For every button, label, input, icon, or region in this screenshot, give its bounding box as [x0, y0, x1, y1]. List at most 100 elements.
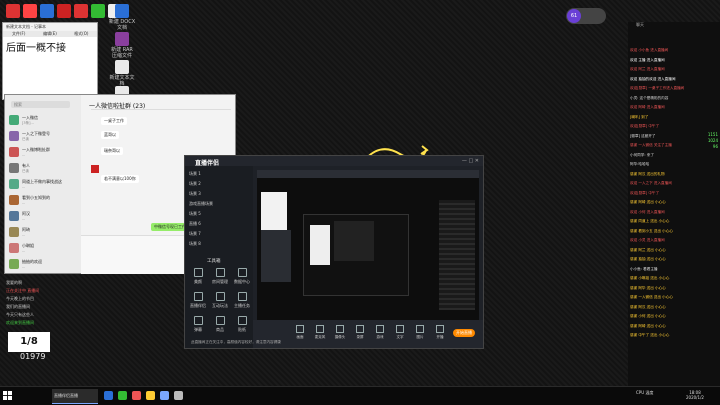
control-label: 文字 [396, 335, 404, 339]
taskbar: 直播伴侣直播 CPU 温度 18:08 2020/1/2 [0, 386, 720, 405]
control-icon [396, 325, 404, 333]
app-icon-5[interactable] [74, 4, 88, 18]
task-stream-app[interactable]: 直播伴侣直播 [52, 389, 98, 404]
app-icon-2[interactable] [23, 4, 37, 18]
app-icon-3[interactable] [40, 4, 54, 18]
control-label: 录屏 [356, 335, 364, 339]
control-button[interactable]: 麦克风 [313, 325, 327, 340]
conversation-item[interactable]: 看到小五知到的... [5, 193, 81, 207]
menu-file[interactable]: 文件(F) [3, 31, 34, 37]
logo-badge: 1/8 [8, 332, 50, 352]
chat-line: 我们的直播间 [6, 304, 30, 309]
conversation-item[interactable]: 一入微信 [3条]... [5, 113, 81, 127]
taskbar-app-icon[interactable] [174, 391, 183, 400]
conversation-item[interactable]: 一入之下微登号 已读 [5, 129, 81, 143]
conversation-preview: ... [22, 265, 26, 269]
avatar [9, 227, 19, 237]
taskbar-app-icon[interactable] [132, 391, 141, 400]
app-icon-4[interactable] [57, 4, 71, 18]
taskbar-app-icon[interactable] [146, 391, 155, 400]
search-input[interactable]: 搜索 [11, 101, 70, 108]
message-bubble: 若不满意以100你 [101, 175, 139, 183]
chat-line: 今天晚上的节目 [6, 296, 34, 301]
scene-item[interactable]: 直播 6 [189, 220, 201, 228]
taskbar-app-icon[interactable] [104, 391, 113, 400]
room-icon [215, 268, 225, 277]
viewer-count: 61 [567, 9, 581, 23]
txt-file-icon[interactable] [115, 60, 129, 74]
conversation-item[interactable]: 阿琦... [5, 225, 81, 239]
tool-companion[interactable]: 直播伴侣 [189, 292, 207, 309]
tool-task[interactable]: 主播任务 [233, 292, 251, 309]
control-button[interactable]: 开播 [433, 325, 447, 340]
tool-interact[interactable]: 互动玩法 [211, 292, 229, 309]
control-icon [436, 325, 444, 333]
chat-line: [喇叭] 到了 [630, 114, 649, 119]
avatar [9, 115, 19, 125]
scene-item[interactable]: 场景 2 [189, 180, 201, 188]
goods-icon [215, 316, 225, 325]
notepad-window[interactable]: 新建文本文档 - 记事本 文件(F) 编辑(E) 格式(O) 后面一概不接 [2, 22, 98, 100]
scene-item[interactable]: 场景 1 [189, 170, 201, 178]
window-controls[interactable]: — □ ✕ [462, 158, 479, 164]
chat-line: 感谢 同道上 送出 小心心 [630, 219, 670, 223]
scene-item[interactable]: 场景 8 [189, 240, 201, 248]
conversation-item[interactable]: 一入微博啦扯群... [5, 145, 81, 159]
scene-item[interactable]: 场景 7 [189, 230, 201, 238]
red-packet-icon[interactable] [91, 165, 99, 173]
app-icon-6[interactable] [91, 4, 105, 18]
scene-item[interactable]: 场景 5 [189, 210, 201, 218]
start-live-button[interactable]: 开始直播 [453, 329, 475, 337]
control-button[interactable]: 录屏 [353, 325, 367, 340]
notepad-menu: 文件(F) 编辑(E) 格式(O) [3, 31, 97, 37]
conversation-item[interactable]: 抽抽的欢迎... [5, 257, 81, 271]
control-button[interactable]: 图片 [413, 325, 427, 340]
app-icon-1[interactable] [6, 4, 20, 18]
taskbar-app-icon[interactable] [118, 391, 127, 400]
tool-sticker[interactable]: 贴纸 [233, 316, 251, 333]
control-button[interactable]: 文字 [393, 325, 407, 340]
tool-room[interactable]: 房间管理 [211, 268, 229, 285]
stream-preview[interactable] [257, 170, 479, 320]
docx-file-icon[interactable] [115, 4, 129, 18]
tool-danmu[interactable]: 弹幕 [189, 316, 207, 333]
tool-data[interactable]: 数据中心 [233, 268, 251, 285]
stream-app-window[interactable]: 直播伴侣 — □ ✕ 场景 1 场景 2 场景 3 游戏直播场景 场景 5 直播 6 场景 … [184, 155, 484, 349]
tool-goods[interactable]: 商品 [211, 316, 229, 333]
control-button[interactable]: 游戏 [373, 325, 387, 340]
live-chat-panel[interactable]: 聊天 欢迎 小小鱼 进入直播间 欢迎 主播 进入直播间 欢迎 阿兰 进入直播间 欢迎 … [628, 22, 720, 386]
message-bubble: 瑞奈哥以 [101, 147, 123, 155]
tool-label: 弹幕 [194, 327, 202, 332]
clock[interactable]: 18:08 2020/1/2 [686, 390, 704, 400]
menu-format[interactable]: 格式(O) [66, 31, 97, 37]
scene-item[interactable]: 场景 3 [189, 190, 201, 198]
control-button[interactable]: 画面 [293, 325, 307, 340]
companion-icon [193, 292, 203, 301]
nested-preview [334, 221, 374, 261]
rar-file-icon[interactable] [115, 32, 129, 46]
control-label: 麦克风 [314, 335, 326, 339]
conversation-preview: [3条]... [22, 121, 34, 125]
control-button[interactable]: 摄像头 [333, 325, 347, 340]
conversation-name: 看到小五知到的 [22, 195, 50, 200]
preview-window [261, 230, 291, 282]
conversation-item[interactable]: 小琳姐... [5, 241, 81, 255]
interact-icon [215, 292, 225, 301]
conversation-item[interactable]: 同道上不做内事找战这... [5, 177, 81, 191]
viewer-badge[interactable]: 61 [566, 8, 606, 24]
chat-line: 欢迎 阿兰 进入直播间 [630, 67, 665, 71]
stream-app-titlebar: 直播伴侣 — □ ✕ [185, 156, 483, 167]
windows-start-icon[interactable] [3, 391, 12, 400]
conversation-item[interactable]: 阿汉... [5, 209, 81, 223]
chat-line: [徽章] 这都开了 [630, 133, 656, 138]
avatar [9, 179, 19, 189]
taskbar-app-icon[interactable] [160, 391, 169, 400]
chat-header: 聊天 [636, 22, 644, 27]
conversation-item[interactable]: 有人 已读 [5, 161, 81, 175]
menu-edit[interactable]: 编辑(E) [34, 31, 65, 37]
notepad-content[interactable]: 后面一概不接 [3, 37, 97, 56]
tool-beauty[interactable]: 美颜 [189, 268, 207, 285]
scene-item[interactable]: 游戏直播场景 [189, 200, 213, 208]
chat-line: 感谢 阿琦 送出 小心心 [630, 200, 666, 204]
clock-date: 2020/1/2 [686, 395, 704, 400]
